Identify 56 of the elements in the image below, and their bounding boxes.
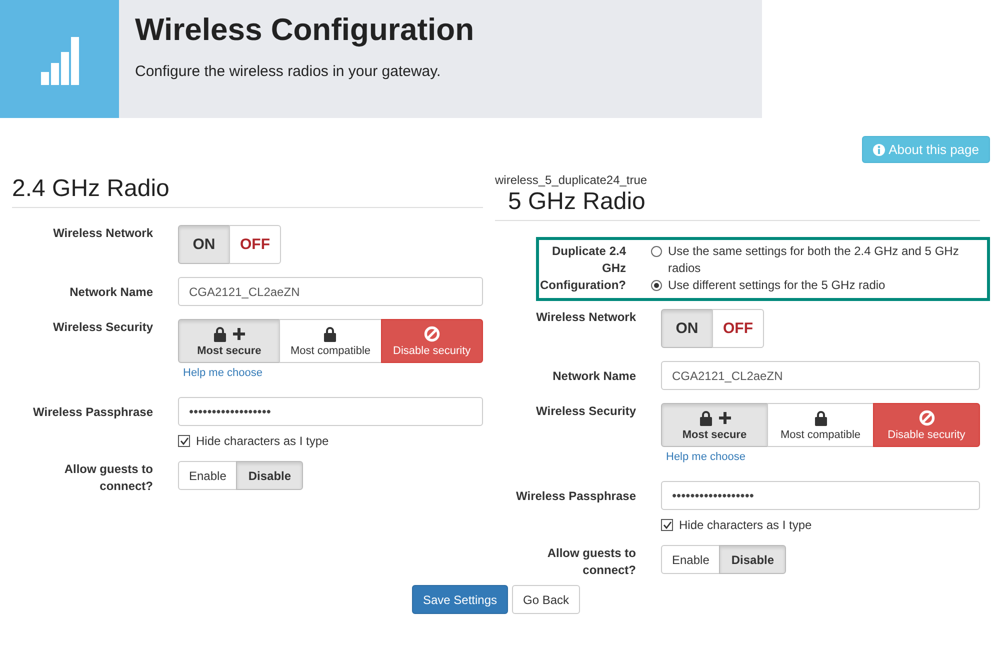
checkmark-icon: [662, 521, 672, 529]
section-heading: 5 GHz Radio: [495, 188, 980, 221]
checkbox[interactable]: [178, 435, 190, 447]
radio-label: Use different settings for the 5 GHz radio: [668, 277, 886, 294]
field-label: Allow guests to connect?: [546, 545, 637, 579]
security-option-button[interactable]: Most compatible: [279, 319, 382, 363]
field-label: Duplicate 2.4 GHz Configuration?: [539, 243, 627, 294]
passphrase-field[interactable]: ••••••••••••••••••: [178, 397, 483, 426]
back-button[interactable]: Go Back: [512, 585, 580, 614]
help-link[interactable]: Help me choose: [666, 451, 746, 463]
guest-option-button[interactable]: Disable: [719, 545, 786, 574]
radio-button[interactable]: [651, 280, 662, 291]
security-option-button[interactable]: Most secure: [661, 403, 768, 447]
security-option-button[interactable]: Disable security: [873, 403, 980, 447]
page-subtitle: Configure the wireless radios in your gateway.: [135, 63, 442, 80]
toggle-button[interactable]: OFF: [229, 225, 281, 264]
ban-icon: [424, 326, 440, 342]
lock-plus-icon: [213, 326, 246, 342]
field-label: Wireless Network: [52, 225, 154, 242]
help-link[interactable]: Help me choose: [183, 367, 262, 379]
field-label: Network Name: [552, 368, 637, 385]
toggle-button[interactable]: OFF: [712, 309, 764, 348]
network-name-field[interactable]: CGA2121_CL2aeZN: [661, 361, 980, 390]
checkbox-label: Hide characters as I type: [196, 434, 329, 448]
save-button[interactable]: Save Settings: [412, 585, 508, 614]
radio-label: Use the same settings for both the 2.4 GHz and 5 GHz radios: [668, 243, 960, 277]
checkbox-label: Hide characters as I type: [679, 518, 812, 532]
network-name-field[interactable]: CGA2121_CL2aeZN: [178, 277, 483, 306]
security-option-button[interactable]: Most compatible: [767, 403, 874, 447]
lock-icon: [814, 410, 828, 426]
field-label: Wireless Security: [535, 403, 637, 420]
section-id-text: wireless_5_duplicate24_true: [495, 173, 648, 187]
signal-bars-icon: [40, 37, 78, 85]
ban-icon: [918, 410, 934, 426]
field-label: Wireless Network: [535, 309, 637, 326]
checkbox[interactable]: [661, 519, 673, 531]
security-option-button[interactable]: Disable security: [380, 319, 483, 363]
field-label: Network Name: [68, 284, 154, 301]
field-label: Wireless Passphrase: [32, 404, 154, 421]
field-label: Wireless Passphrase: [515, 488, 637, 505]
lock-plus-icon: [698, 410, 730, 426]
toggle-button[interactable]: ON: [661, 309, 713, 348]
field-label: Wireless Security: [52, 319, 154, 336]
section-heading: 2.4 GHz Radio: [12, 175, 483, 208]
page-title: Wireless Configuration: [135, 12, 474, 48]
toggle-button[interactable]: ON: [178, 225, 230, 264]
guest-option-button[interactable]: Enable: [661, 545, 720, 574]
guest-option-button[interactable]: Enable: [178, 461, 238, 490]
radio-button[interactable]: [651, 246, 662, 257]
field-label: Allow guests to connect?: [63, 461, 154, 495]
checkmark-icon: [180, 437, 188, 445]
guest-option-button[interactable]: Disable: [236, 461, 304, 490]
passphrase-field[interactable]: ••••••••••••••••••: [661, 481, 980, 510]
lock-icon: [323, 326, 338, 342]
security-option-button[interactable]: Most secure: [178, 319, 280, 363]
info-icon: [872, 144, 885, 156]
